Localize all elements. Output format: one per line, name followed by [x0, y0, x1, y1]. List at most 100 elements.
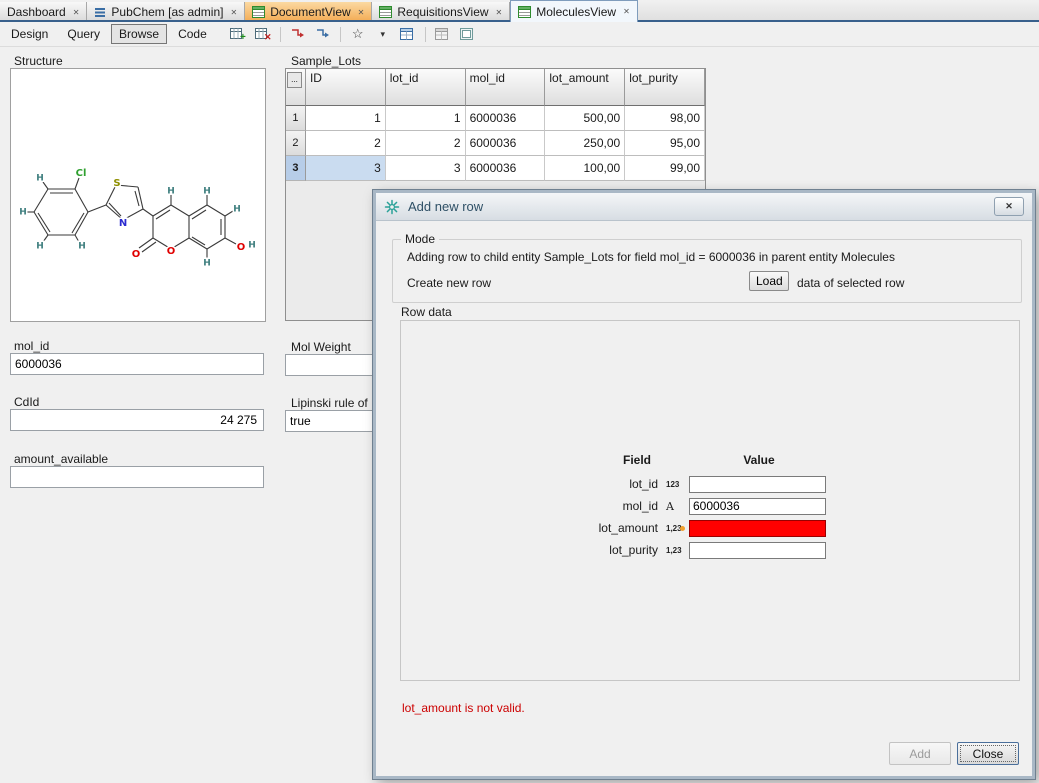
table-cell[interactable]: 100,00: [545, 156, 625, 181]
toolbar-icons: + ✕ ☆ ▾: [227, 24, 479, 44]
favorites-icon[interactable]: ☆: [347, 24, 369, 44]
structure-canvas[interactable]: ClHHHHSNHHHHOOOH: [10, 68, 266, 322]
svg-text:✕: ✕: [264, 32, 271, 41]
svg-text:+: +: [240, 32, 246, 41]
favorites-dropdown-icon[interactable]: ▾: [372, 24, 394, 44]
grid-view-icon: [252, 6, 265, 18]
table-cell[interactable]: 98,00: [625, 106, 705, 131]
svg-text:H: H: [248, 241, 256, 251]
svg-text:O: O: [167, 246, 176, 257]
lot-id-field-label: lot_id: [533, 477, 663, 491]
mol-weight-label: Mol Weight: [291, 340, 351, 354]
toolbar-separator: [340, 27, 341, 42]
lot-amount-value-input[interactable]: [689, 520, 826, 537]
column-header-lot-id[interactable]: lot_id: [386, 69, 466, 106]
lot-id-value-input[interactable]: [689, 476, 826, 493]
cdid-input[interactable]: [10, 409, 264, 431]
app-window: Dashboard ✕ PubChem [as admin] ✕ Documen…: [0, 0, 1039, 783]
mol-id-value-input[interactable]: [689, 498, 826, 515]
table-cell[interactable]: 95,00: [625, 131, 705, 156]
row-header[interactable]: 3: [286, 156, 306, 181]
svg-text:H: H: [233, 205, 241, 215]
grid-gray-icon[interactable]: [432, 24, 454, 44]
amount-available-label: amount_available: [14, 452, 108, 466]
table-cell[interactable]: 1: [386, 106, 466, 131]
delete-detail-table-icon[interactable]: ✕: [252, 24, 274, 44]
add-button[interactable]: Add: [889, 742, 951, 765]
text-type-icon: A: [663, 500, 689, 513]
table-cell[interactable]: 2: [386, 131, 466, 156]
svg-text:O: O: [132, 249, 141, 260]
tab-label: PubChem [as admin]: [111, 5, 223, 19]
tab-dashboard[interactable]: Dashboard ✕: [0, 2, 87, 22]
field-column-header: Field: [533, 453, 689, 471]
table-header: ... ID lot_id mol_id lot_amount lot_puri…: [286, 69, 705, 106]
row-header[interactable]: 2: [286, 131, 306, 156]
lot-purity-value-input[interactable]: [689, 542, 826, 559]
menu-design[interactable]: Design: [3, 24, 56, 44]
dialog-titlebar[interactable]: Add new row ✕: [376, 193, 1032, 221]
menu-query[interactable]: Query: [59, 24, 108, 44]
table-cell[interactable]: 3: [306, 156, 386, 181]
close-icon[interactable]: ✕: [496, 8, 503, 17]
table-cell[interactable]: 99,00: [625, 156, 705, 181]
table-cell[interactable]: 6000036: [466, 156, 546, 181]
table-cell[interactable]: 2: [306, 131, 386, 156]
close-icon[interactable]: ✕: [73, 8, 80, 17]
value-column-header: Value: [689, 453, 829, 471]
follow-link-blue-icon[interactable]: [312, 24, 334, 44]
tab-bar: Dashboard ✕ PubChem [as admin] ✕ Documen…: [0, 0, 1039, 22]
table-cell[interactable]: 6000036: [466, 106, 546, 131]
menu-browse[interactable]: Browse: [111, 24, 167, 44]
add-detail-table-icon[interactable]: +: [227, 24, 249, 44]
column-header-lot-amount[interactable]: lot_amount: [545, 69, 625, 106]
lot-amount-field-label: lot_amount: [533, 521, 663, 535]
tab-requisitionsview[interactable]: RequisitionsView ✕: [372, 2, 510, 22]
mol-id-input[interactable]: [10, 353, 264, 375]
dialog-title: Add new row: [408, 199, 483, 214]
window-layout-icon[interactable]: [457, 24, 479, 44]
column-header-mol-id[interactable]: mol_id: [466, 69, 546, 106]
svg-text:Cl: Cl: [76, 168, 87, 179]
svg-text:H: H: [167, 187, 175, 197]
tab-pubchem[interactable]: PubChem [as admin] ✕: [87, 2, 245, 22]
mode-group: Mode Adding row to child entity Sample_L…: [392, 239, 1022, 303]
toolbar-separator: [280, 27, 281, 42]
table-cell[interactable]: 250,00: [545, 131, 625, 156]
tab-label: RequisitionsView: [397, 5, 488, 19]
row-data-form: Field Value lot_id 123 mol_id A lot_amou…: [533, 451, 829, 561]
column-header-lot-purity[interactable]: lot_purity: [625, 69, 705, 106]
close-icon[interactable]: ✕: [230, 8, 237, 17]
table-row-selected: 3 3 3 6000036 100,00 99,00: [286, 156, 705, 181]
follow-link-red-icon[interactable]: [287, 24, 309, 44]
mol-id-label: mol_id: [14, 339, 49, 353]
close-icon[interactable]: ✕: [358, 8, 365, 17]
toolbar-separator: [425, 27, 426, 42]
mol-weight-input[interactable]: [285, 354, 385, 376]
close-button[interactable]: Close: [957, 742, 1019, 765]
grid-blue-icon[interactable]: [397, 24, 419, 44]
add-new-row-dialog: Add new row ✕ Mode Adding row to child e…: [373, 190, 1035, 779]
svg-text:H: H: [36, 242, 44, 252]
row-header[interactable]: 1: [286, 106, 306, 131]
load-button[interactable]: Load: [749, 271, 789, 291]
table-cell[interactable]: 1: [306, 106, 386, 131]
mode-description: Adding row to child entity Sample_Lots f…: [407, 250, 895, 264]
table-cell[interactable]: 3: [386, 156, 466, 181]
svg-text:H: H: [78, 242, 86, 252]
menu-code[interactable]: Code: [170, 24, 215, 44]
load-suffix-label: data of selected row: [797, 276, 904, 290]
dialog-close-button[interactable]: ✕: [994, 197, 1024, 216]
lot-purity-field-label: lot_purity: [533, 543, 663, 557]
table-cell[interactable]: 500,00: [545, 106, 625, 131]
table-cell[interactable]: 6000036: [466, 131, 546, 156]
close-icon[interactable]: ✕: [623, 7, 630, 16]
tab-moleculesview[interactable]: MoleculesView ✕: [510, 0, 638, 22]
amount-available-input[interactable]: [10, 466, 264, 488]
tab-documentview[interactable]: DocumentView ✕: [245, 2, 372, 22]
column-header-id[interactable]: ID: [306, 69, 386, 106]
table-corner-button[interactable]: ...: [287, 72, 302, 88]
validation-message: lot_amount is not valid.: [402, 701, 525, 715]
lipinski-input[interactable]: [285, 410, 385, 432]
row-data-group-label: Row data: [401, 305, 452, 319]
